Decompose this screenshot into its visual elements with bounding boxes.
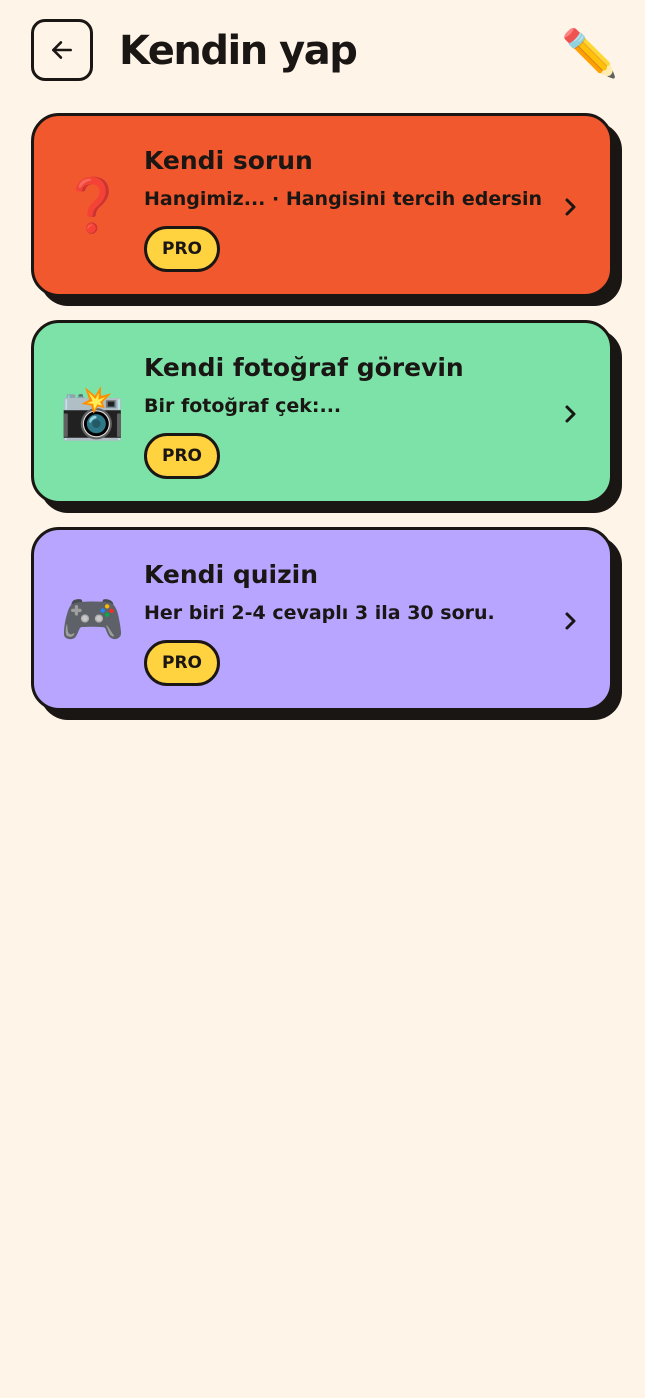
chevron-right-icon	[565, 405, 576, 423]
header: Kendin yap ✏️	[0, 0, 645, 105]
page-title: Kendin yap	[119, 28, 358, 74]
back-button[interactable]	[31, 19, 93, 81]
card-own-question[interactable]: ❓ Kendi sorun Hangimiz... · Hangisini te…	[31, 113, 622, 306]
arrow-left-icon	[52, 41, 72, 59]
card-subtitle: Her biri 2-4 cevaplı 3 ila 30 soru.	[144, 602, 495, 624]
pencil-icon[interactable]: ✏️	[561, 25, 618, 81]
card-body[interactable]: 📸 Kendi fotoğraf görevin Bir fotoğraf çe…	[31, 320, 613, 504]
chevron-right-icon	[565, 198, 576, 216]
card-title: Kendi quizin	[144, 560, 319, 589]
game-controller-icon: 🎮	[60, 590, 125, 650]
card-subtitle: Bir fotoğraf çek:...	[144, 395, 342, 417]
card-subtitle: Hangimiz... · Hangisini tercih edersin..…	[144, 188, 544, 210]
card-body[interactable]: 🎮 Kendi quizin Her biri 2-4 cevaplı 3 il…	[31, 527, 613, 711]
card-title: Kendi fotoğraf görevin	[144, 353, 464, 382]
card-own-photo-task[interactable]: 📸 Kendi fotoğraf görevin Bir fotoğraf çe…	[31, 320, 622, 513]
camera-flash-icon: 📸	[60, 383, 125, 443]
pro-badge: PRO	[144, 433, 220, 479]
pro-badge: PRO	[144, 226, 220, 272]
card-body[interactable]: ❓ Kendi sorun Hangimiz... · Hangisini te…	[31, 113, 613, 297]
card-title: Kendi sorun	[144, 146, 313, 175]
chevron-right-icon	[565, 612, 576, 630]
pro-badge: PRO	[144, 640, 220, 686]
question-mark-icon: ❓	[60, 176, 125, 236]
card-own-quiz[interactable]: 🎮 Kendi quizin Her biri 2-4 cevaplı 3 il…	[31, 527, 622, 720]
